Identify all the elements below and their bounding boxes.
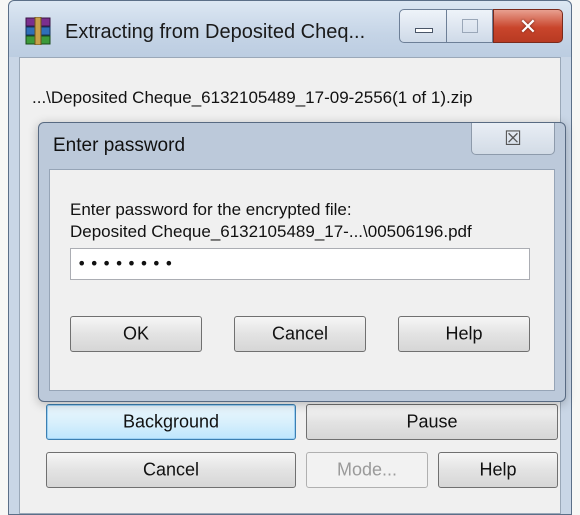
cancel-extraction-button[interactable]: Cancel	[46, 452, 296, 488]
dialog-close-button[interactable]: ☒	[471, 123, 555, 155]
ok-button[interactable]: OK	[70, 316, 202, 352]
encrypted-file-name: Deposited Cheque_6132105489_17-...\00506…	[70, 222, 472, 241]
close-button[interactable]: ✕	[493, 9, 563, 43]
winrar-archive-icon	[25, 17, 51, 45]
maximize-button[interactable]	[447, 9, 493, 43]
dialog-help-button[interactable]: Help	[398, 316, 530, 352]
dialog-title: Enter password	[53, 135, 186, 156]
pause-button[interactable]: Pause	[306, 404, 558, 440]
close-icon: ✕	[518, 14, 538, 39]
minimize-button[interactable]	[399, 9, 447, 43]
title-bar[interactable]: Extracting from Deposited Cheq... ✕	[9, 1, 571, 57]
password-dialog: Enter password ☒ Enter password for the …	[38, 122, 566, 402]
background-button[interactable]: Background	[46, 404, 296, 440]
dialog-client-area: Enter password for the encrypted file: D…	[49, 169, 555, 391]
screen: Extracting from Deposited Cheq... ✕ ...\…	[0, 0, 580, 515]
mode-button-label: Mode...	[336, 459, 398, 480]
pause-button-label: Pause	[406, 411, 458, 432]
close-icon: ☒	[504, 128, 522, 150]
dialog-help-button-label: Help	[445, 323, 483, 344]
background-button-label: Background	[122, 411, 220, 432]
window-title: Extracting from Deposited Cheq...	[65, 21, 366, 43]
password-prompt: Enter password for the encrypted file:	[70, 200, 352, 219]
password-input[interactable]: ••••••••	[70, 248, 530, 280]
mode-button[interactable]: Mode...	[306, 452, 428, 488]
ok-button-label: OK	[122, 323, 149, 344]
help-button-label: Help	[479, 459, 517, 480]
minimize-icon	[415, 28, 433, 33]
dialog-cancel-button-label: Cancel	[271, 323, 329, 344]
archive-path: ...\Deposited Cheque_6132105489_17-09-25…	[32, 88, 473, 107]
cancel-extraction-button-label: Cancel	[142, 459, 200, 480]
help-button[interactable]: Help	[438, 452, 558, 488]
dialog-cancel-button[interactable]: Cancel	[234, 316, 366, 352]
maximize-icon	[462, 19, 478, 33]
